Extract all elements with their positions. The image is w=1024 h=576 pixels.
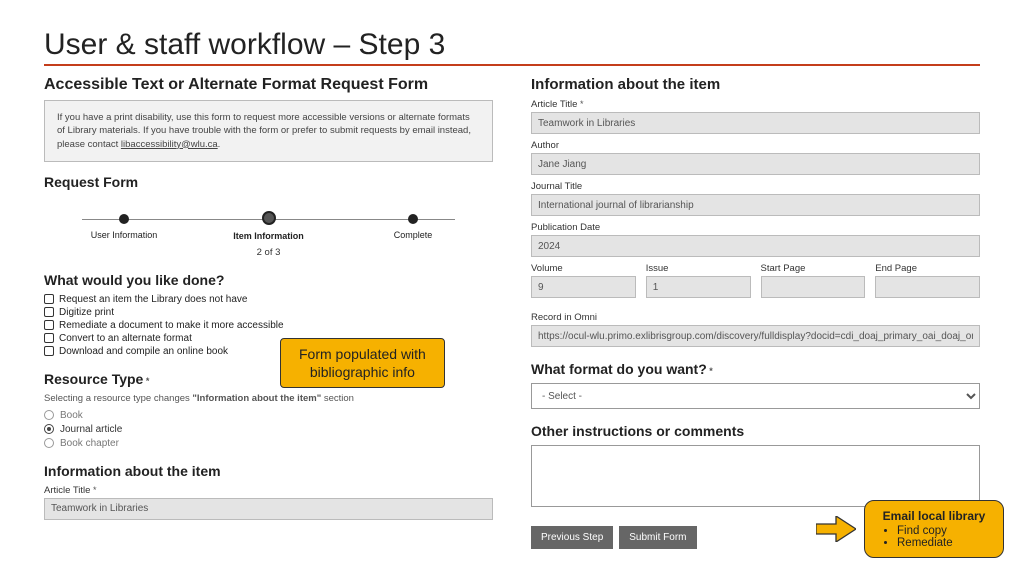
rb-book[interactable]: Book xyxy=(44,410,493,421)
article-field-left[interactable] xyxy=(44,498,493,520)
intro-tail: . xyxy=(218,139,221,150)
right-column: Information about the item Article Title… xyxy=(531,74,980,549)
volume-field[interactable] xyxy=(531,276,636,298)
callout-bullet-find: Find copy xyxy=(897,525,989,537)
callout-email-title: Email local library xyxy=(879,509,989,523)
step-user: User Information xyxy=(74,214,174,240)
format-heading: What format do you want? xyxy=(531,361,980,377)
endpage-label: End Page xyxy=(875,263,980,274)
author-field[interactable] xyxy=(531,153,980,175)
intro-box: If you have a print disability, use this… xyxy=(44,100,493,162)
stepper: User Information Item Information Comple… xyxy=(74,214,463,241)
other-heading: Other instructions or comments xyxy=(531,423,980,439)
record-field[interactable] xyxy=(531,325,980,347)
journal-field[interactable] xyxy=(531,194,980,216)
pager: 2 of 3 xyxy=(44,247,493,258)
step-complete: Complete xyxy=(363,214,463,240)
form-title: Accessible Text or Alternate Format Requ… xyxy=(44,76,493,94)
info-heading-right: Information about the item xyxy=(531,76,980,93)
journal-label: Journal Title xyxy=(531,181,980,192)
article-label: Article Title xyxy=(531,99,980,110)
callout-email: Email local library Find copy Remediate xyxy=(864,500,1004,558)
pubdate-field[interactable] xyxy=(531,235,980,257)
record-label: Record in Omni xyxy=(531,312,980,323)
callout-populated: Form populated with bibliographic info xyxy=(280,338,445,388)
previous-button[interactable]: Previous Step xyxy=(531,526,613,549)
startpage-label: Start Page xyxy=(761,263,866,274)
cb-digitize[interactable]: Digitize print xyxy=(44,307,493,318)
callout-bullet-remediate: Remediate xyxy=(897,537,989,549)
rtype-help: Selecting a resource type changes "Infor… xyxy=(44,393,493,404)
article-label-left: Article Title xyxy=(44,485,493,496)
arrow-icon xyxy=(816,516,856,542)
issue-field[interactable] xyxy=(646,276,751,298)
left-column: Accessible Text or Alternate Format Requ… xyxy=(44,74,493,549)
intro-email-link[interactable]: libaccessibility@wlu.ca xyxy=(121,139,218,150)
slide-title: User & staff workflow – Step 3 xyxy=(44,28,980,66)
request-heading: Request Form xyxy=(44,174,493,190)
info-heading-left: Information about the item xyxy=(44,463,493,479)
endpage-field[interactable] xyxy=(875,276,980,298)
startpage-field[interactable] xyxy=(761,276,866,298)
format-select[interactable]: - Select - xyxy=(531,383,980,409)
cb-remediate[interactable]: Remediate a document to make it more acc… xyxy=(44,320,493,331)
rb-journal[interactable]: Journal article xyxy=(44,424,493,435)
cb-request-item[interactable]: Request an item the Library does not hav… xyxy=(44,294,493,305)
step-item: Item Information xyxy=(219,214,319,241)
rb-chapter[interactable]: Book chapter xyxy=(44,438,493,449)
comments-field[interactable] xyxy=(531,445,980,507)
what-heading: What would you like done? xyxy=(44,272,493,288)
radio-list: Book Journal article Book chapter xyxy=(44,410,493,449)
issue-label: Issue xyxy=(646,263,751,274)
intro-text: If you have a print disability, use this… xyxy=(57,112,471,150)
volume-label: Volume xyxy=(531,263,636,274)
pubdate-label: Publication Date xyxy=(531,222,980,233)
article-field[interactable] xyxy=(531,112,980,134)
submit-button[interactable]: Submit Form xyxy=(619,526,696,549)
author-label: Author xyxy=(531,140,980,151)
